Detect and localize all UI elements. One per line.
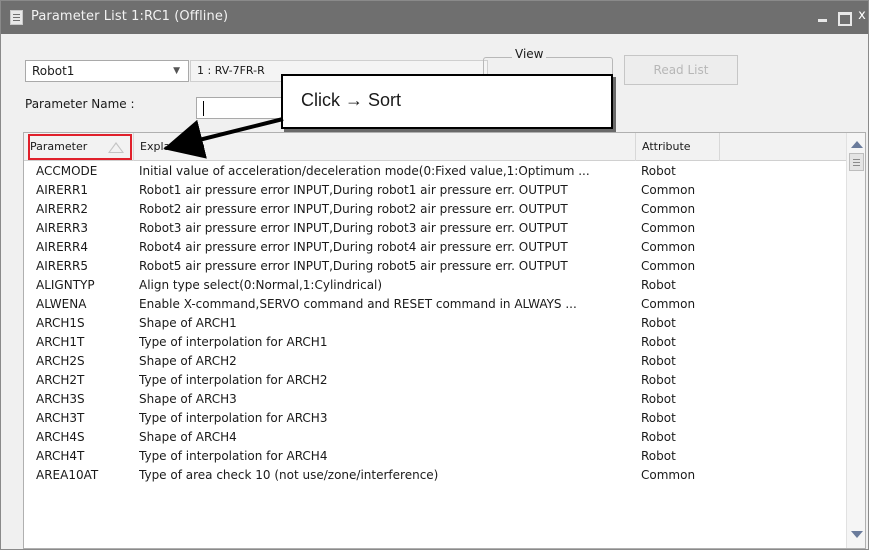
table-row[interactable]: ALIGNTYP Align type select(0:Normal,1:Cyl… [24, 276, 846, 295]
cell-explanation: Enable X-command,SERVO command and RESET… [139, 297, 577, 311]
table-row[interactable]: AREA10AT Type of area check 10 (not use/z… [24, 466, 846, 485]
cell-explanation: Type of interpolation for ARCH1 [139, 335, 328, 349]
table-body: ACCMODE Initial value of acceleration/dec… [24, 162, 846, 485]
callout-text: Click → Sort [301, 90, 402, 110]
table-row[interactable]: ARCH3T Type of interpolation for ARCH3 Rob… [24, 409, 846, 428]
cell-attribute: Common [641, 297, 696, 311]
cell-attribute: Common [641, 183, 696, 197]
scrollbar-thumb[interactable] [849, 153, 864, 171]
cell-parameter: ARCH1T [36, 335, 85, 349]
table-row[interactable]: ALWENA Enable X-command,SERVO command and… [24, 295, 846, 314]
cell-parameter: ARCH1S [36, 316, 85, 330]
cell-attribute: Robot [641, 335, 676, 349]
cell-attribute: Robot [641, 449, 676, 463]
cell-parameter: ARCH3T [36, 411, 85, 425]
table-row[interactable]: AIRERR2 Robot2 air pressure error INPUT,D… [24, 200, 846, 219]
scroll-up-icon[interactable] [850, 138, 863, 151]
window-title: Parameter List 1:RC1 (Offline) [31, 9, 229, 24]
view-group-label: View [512, 47, 547, 61]
column-header-attribute-label: Attribute [642, 140, 691, 153]
cell-attribute: Common [641, 202, 696, 216]
parameter-name-label: Parameter Name : [25, 97, 135, 111]
cell-explanation: Type of interpolation for ARCH4 [139, 449, 328, 463]
cell-attribute: Common [641, 468, 696, 482]
cell-explanation: Type of area check 10 (not use/zone/inte… [139, 468, 439, 482]
maximize-icon[interactable] [833, 5, 853, 27]
table-row[interactable]: ACCMODE Initial value of acceleration/dec… [24, 162, 846, 181]
column-header-explanation[interactable]: Explanation [134, 133, 636, 161]
cell-parameter: ALIGNTYP [36, 278, 95, 292]
cell-parameter: AIRERR1 [36, 183, 88, 197]
cell-attribute: Robot [641, 430, 676, 444]
cell-parameter: AIRERR2 [36, 202, 88, 216]
cell-parameter: ARCH2T [36, 373, 85, 387]
table-row[interactable]: ARCH4T Type of interpolation for ARCH4 Rob… [24, 447, 846, 466]
cell-explanation: Robot5 air pressure error INPUT,During r… [139, 259, 568, 273]
table-row[interactable]: AIRERR1 Robot1 air pressure error INPUT,D… [24, 181, 846, 200]
table-row[interactable]: ARCH1T Type of interpolation for ARCH1 Rob… [24, 333, 846, 352]
cell-explanation: Shape of ARCH2 [139, 354, 237, 368]
cell-attribute: Robot [641, 316, 676, 330]
cell-attribute: Common [641, 221, 696, 235]
cell-parameter: ACCMODE [36, 164, 98, 178]
read-list-button[interactable]: Read List [624, 55, 738, 85]
vertical-scrollbar[interactable] [846, 133, 865, 548]
cell-attribute: Robot [641, 278, 676, 292]
cell-attribute: Common [641, 259, 696, 273]
text-caret [203, 101, 204, 116]
table-row[interactable]: ARCH1S Shape of ARCH1 Robot [24, 314, 846, 333]
cell-attribute: Robot [641, 411, 676, 425]
cell-attribute: Robot [641, 373, 676, 387]
parameter-table: Parameter Explanation Attribute ACCMODE I… [23, 132, 866, 549]
sort-highlight-box [28, 134, 132, 160]
title-bar: Parameter List 1:RC1 (Offline) x [1, 1, 868, 34]
minimize-icon[interactable] [813, 5, 833, 27]
scroll-down-icon[interactable] [850, 528, 863, 541]
close-icon[interactable]: x [852, 5, 869, 27]
cell-attribute: Common [641, 240, 696, 254]
cell-explanation: Shape of ARCH1 [139, 316, 237, 330]
cell-explanation: Type of interpolation for ARCH3 [139, 411, 328, 425]
table-header: Parameter Explanation Attribute [24, 133, 846, 161]
table-row[interactable]: ARCH2S Shape of ARCH2 Robot [24, 352, 846, 371]
table-row[interactable]: AIRERR3 Robot3 air pressure error INPUT,D… [24, 219, 846, 238]
cell-parameter: AIRERR3 [36, 221, 88, 235]
callout-box: Click → Sort [281, 74, 613, 129]
cell-explanation: Shape of ARCH4 [139, 430, 237, 444]
cell-explanation: Robot1 air pressure error INPUT,During r… [139, 183, 568, 197]
cell-attribute: Robot [641, 392, 676, 406]
cell-explanation: Shape of ARCH3 [139, 392, 237, 406]
table-row[interactable]: AIRERR5 Robot5 air pressure error INPUT,D… [24, 257, 846, 276]
cell-attribute: Robot [641, 354, 676, 368]
cell-parameter: ARCH4S [36, 430, 85, 444]
cell-parameter: ALWENA [36, 297, 87, 311]
robot-select-value: Robot1 [32, 64, 75, 78]
table-row[interactable]: ARCH3S Shape of ARCH3 Robot [24, 390, 846, 409]
cell-parameter: AREA10AT [36, 468, 99, 482]
table-row[interactable]: ARCH4S Shape of ARCH4 Robot [24, 428, 846, 447]
column-header-filler [720, 133, 846, 161]
cell-explanation: Robot2 air pressure error INPUT,During r… [139, 202, 568, 216]
cell-explanation: Initial value of acceleration/decelerati… [139, 164, 590, 178]
cell-attribute: Robot [641, 164, 676, 178]
table-row[interactable]: AIRERR4 Robot4 air pressure error INPUT,D… [24, 238, 846, 257]
cell-parameter: ARCH3S [36, 392, 85, 406]
cell-parameter: AIRERR4 [36, 240, 88, 254]
robot-select[interactable]: Robot1 ▼ [25, 60, 189, 82]
parameter-name-input[interactable] [196, 97, 288, 119]
cell-explanation: Align type select(0:Normal,1:Cylindrical… [139, 278, 383, 292]
cell-explanation: Type of interpolation for ARCH2 [139, 373, 328, 387]
cell-explanation: Robot4 air pressure error INPUT,During r… [139, 240, 568, 254]
column-header-attribute[interactable]: Attribute [636, 133, 720, 161]
column-header-explanation-label: Explanation [140, 140, 206, 153]
cell-explanation: Robot3 air pressure error INPUT,During r… [139, 221, 568, 235]
chevron-down-icon[interactable]: ▼ [173, 61, 180, 81]
cell-parameter: AIRERR5 [36, 259, 88, 273]
window-icon [10, 10, 23, 25]
cell-parameter: ARCH4T [36, 449, 85, 463]
table-row[interactable]: ARCH2T Type of interpolation for ARCH2 Rob… [24, 371, 846, 390]
cell-parameter: ARCH2S [36, 354, 85, 368]
parameter-list-window: Parameter List 1:RC1 (Offline) x Robot1 … [0, 0, 869, 550]
